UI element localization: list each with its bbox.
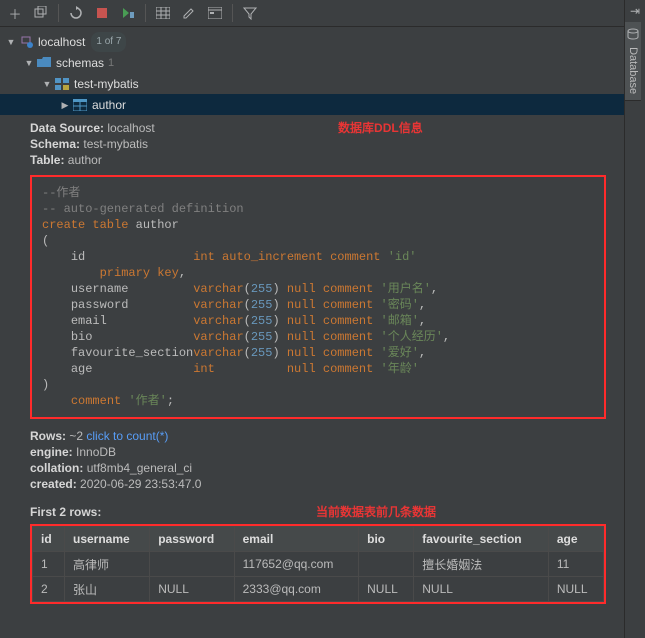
toolbar: ＋ [0, 0, 645, 27]
tree-node-schemas[interactable]: ▼ schemas 1 [0, 52, 645, 73]
table-view-button[interactable] [152, 2, 174, 24]
tree-node-count: 1 [108, 53, 114, 73]
tree-node-label: localhost [38, 32, 85, 52]
tree-node-label: test-mybatis [74, 74, 139, 94]
meta-collation: collation: utf8mb4_general_ci [30, 461, 606, 475]
annotation-preview: 当前数据表前几条数据 [316, 503, 436, 520]
filter-button[interactable] [239, 2, 261, 24]
table-header[interactable]: password [150, 527, 234, 552]
preview-table-container: idusernamepasswordemailbiofavourite_sect… [30, 524, 606, 604]
table-header[interactable]: id [33, 527, 65, 552]
table-cell[interactable]: 11 [548, 552, 603, 577]
count-link[interactable]: click to count(*) [86, 429, 168, 443]
stop-button[interactable] [91, 2, 113, 24]
folder-icon [36, 55, 52, 71]
database-tree: ▼ localhost 1 of 7 ▼ schemas 1 ▼ test-my… [0, 27, 645, 115]
table-cell[interactable]: 张山 [64, 577, 149, 602]
table-cell[interactable]: 高律师 [64, 552, 149, 577]
run-button[interactable] [117, 2, 139, 24]
table-cell[interactable]: 1 [33, 552, 65, 577]
table-header[interactable]: username [64, 527, 149, 552]
table-row[interactable]: 2张山NULL2333@qq.comNULLNULLNULL [33, 577, 604, 602]
edit-button[interactable] [178, 2, 200, 24]
schema-icon [54, 76, 70, 92]
database-tool-tab[interactable]: Database [625, 22, 641, 101]
meta-created: created: 2020-06-29 23:53:47.0 [30, 477, 606, 491]
right-tool-tabs: ⇥ Database [624, 0, 645, 638]
table-row[interactable]: 1高律师 117652@qq.com 擅长婚姻法11 [33, 552, 604, 577]
meta-table: Table: author [30, 153, 155, 167]
chevron-right-icon: ▶ [60, 95, 70, 115]
table-cell[interactable] [150, 552, 234, 577]
chevron-down-icon: ▼ [24, 53, 34, 73]
table-cell[interactable]: 擅长婚姻法 [414, 552, 549, 577]
ddl-definition[interactable]: --作者 -- auto-generated definition create… [30, 175, 606, 419]
tree-node-table[interactable]: ▶ author [0, 94, 645, 115]
chevron-down-icon: ▼ [6, 32, 16, 52]
table-cell[interactable]: 2 [33, 577, 65, 602]
tree-node-datasource[interactable]: ▼ localhost 1 of 7 [0, 31, 645, 52]
table-header[interactable]: age [548, 527, 603, 552]
hide-tool-icon[interactable]: ⇥ [625, 0, 645, 22]
tree-node-schema[interactable]: ▼ test-mybatis [0, 73, 645, 94]
table-cell[interactable]: NULL [150, 577, 234, 602]
preview-title: First 2 rows: [30, 505, 101, 519]
table-header[interactable]: favourite_section [414, 527, 549, 552]
object-info-panel: Data Source: localhost Schema: test-myba… [30, 119, 606, 604]
table-cell[interactable] [359, 552, 414, 577]
table-cell[interactable]: NULL [548, 577, 603, 602]
meta-schema: Schema: test-mybatis [30, 137, 155, 151]
meta-engine: engine: InnoDB [30, 445, 606, 459]
tree-node-count: 1 of 7 [91, 32, 126, 52]
tree-node-label: schemas [56, 53, 104, 73]
tree-node-label: author [92, 95, 126, 115]
refresh-button[interactable] [65, 2, 87, 24]
table-header[interactable]: email [234, 527, 359, 552]
chevron-down-icon: ▼ [42, 74, 52, 94]
add-button[interactable]: ＋ [4, 2, 26, 24]
table-cell[interactable]: NULL [359, 577, 414, 602]
datasource-icon [18, 34, 34, 50]
table-header-row: idusernamepasswordemailbiofavourite_sect… [33, 527, 604, 552]
table-cell[interactable]: 117652@qq.com [234, 552, 359, 577]
table-icon [72, 97, 88, 113]
table-cell[interactable]: 2333@qq.com [234, 577, 359, 602]
form-view-button[interactable] [204, 2, 226, 24]
meta-data-source: Data Source: localhost [30, 121, 155, 135]
duplicate-button[interactable] [30, 2, 52, 24]
annotation-ddl: 数据库DDL信息 [155, 119, 606, 136]
table-header[interactable]: bio [359, 527, 414, 552]
preview-table[interactable]: idusernamepasswordemailbiofavourite_sect… [32, 526, 604, 602]
meta-rows: Rows: ~2 click to count(*) [30, 429, 606, 443]
table-cell[interactable]: NULL [414, 577, 549, 602]
